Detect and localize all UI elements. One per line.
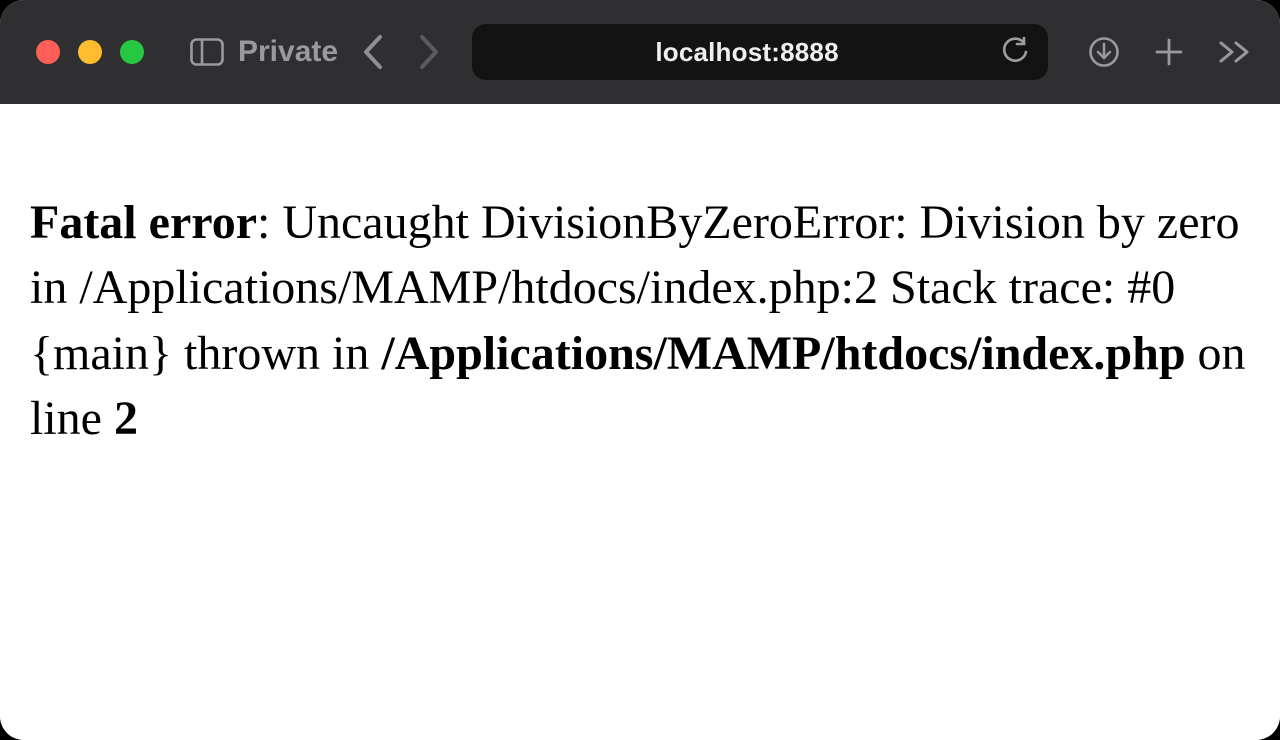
reload-button[interactable] [1002,37,1028,67]
sidebar-icon [190,38,224,66]
minimize-window-button[interactable] [78,40,102,64]
downloads-button[interactable] [1088,36,1120,68]
browser-window: Private localhost:8888 [0,0,1280,740]
forward-button[interactable] [418,34,440,70]
address-bar[interactable]: localhost:8888 [472,24,1048,80]
page-content: Fatal error: Uncaught DivisionByZeroErro… [0,104,1280,740]
browser-toolbar: Private localhost:8888 [0,0,1280,104]
navigation-arrows [362,34,440,70]
error-line: 2 [114,392,138,445]
private-label: Private [238,35,338,69]
error-label: Fatal error [30,196,257,249]
address-text: localhost:8888 [492,37,1002,68]
close-window-button[interactable] [36,40,60,64]
error-file: /Applications/MAMP/htdocs/index.php [381,327,1185,380]
back-button[interactable] [362,34,384,70]
overflow-button[interactable] [1218,40,1252,64]
new-tab-button[interactable] [1154,37,1184,67]
zoom-window-button[interactable] [120,40,144,64]
window-controls [36,40,144,64]
php-error-message: Fatal error: Uncaught DivisionByZeroErro… [30,190,1250,451]
toolbar-right [1088,36,1252,68]
sidebar-toggle[interactable]: Private [190,35,338,69]
